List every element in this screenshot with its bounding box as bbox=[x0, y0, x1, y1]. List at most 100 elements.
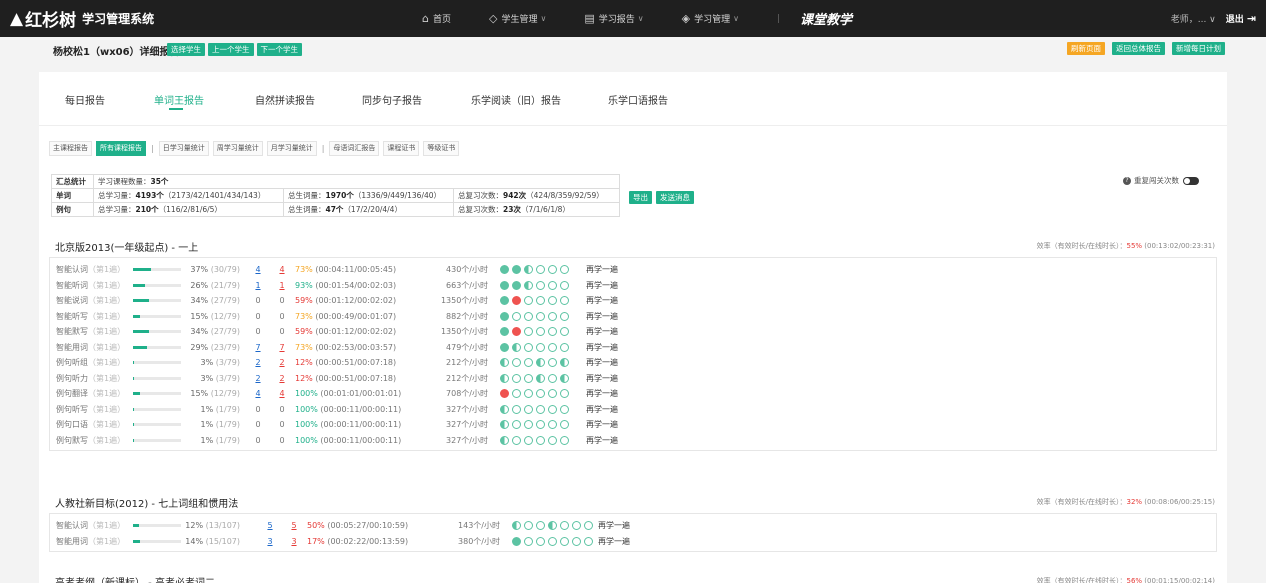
course-table: 智能认词（第1遍） 12% (13/107) 5 5 50% (00:05:27/00:… bbox=[49, 513, 1217, 552]
new-words-link[interactable]: 2 bbox=[253, 374, 263, 383]
tab-1[interactable]: 单词王报告 bbox=[154, 92, 204, 107]
study-again-button[interactable]: 再学一遍 bbox=[598, 520, 630, 531]
prev-student-button[interactable]: 上一个学生 bbox=[208, 43, 254, 56]
filter-button[interactable]: 主课程报告 bbox=[49, 141, 92, 156]
study-again-button[interactable]: 再学一遍 bbox=[586, 295, 618, 306]
empty-circle-icon bbox=[536, 420, 545, 429]
study-again-button[interactable]: 再学一遍 bbox=[586, 373, 618, 384]
empty-circle-icon bbox=[572, 536, 581, 546]
study-again-button[interactable]: 再学一遍 bbox=[586, 342, 618, 353]
review-count-link[interactable]: 3 bbox=[289, 537, 299, 546]
refresh-page-button[interactable]: 刷新页面 bbox=[1067, 42, 1105, 55]
study-again-button[interactable]: 再学一遍 bbox=[586, 404, 618, 415]
toggle-switch[interactable] bbox=[1183, 176, 1199, 185]
accuracy-value: 17% bbox=[307, 536, 325, 546]
new-words-link[interactable]: 4 bbox=[253, 389, 263, 398]
review-count-link[interactable]: 2 bbox=[277, 358, 287, 367]
accuracy-value: 100% bbox=[295, 420, 318, 429]
module-name: 例句听力（第1遍） bbox=[56, 373, 125, 384]
review-count-link[interactable]: 1 bbox=[277, 281, 287, 290]
half-circle-icon bbox=[500, 358, 509, 367]
empty-circle-icon bbox=[548, 435, 557, 445]
review-count-link[interactable]: 2 bbox=[277, 374, 287, 383]
nav-item-study[interactable]: ◈ 学习管理 ∨ bbox=[682, 12, 739, 25]
module-name-text: 智能用词 bbox=[56, 342, 88, 352]
new-words-link[interactable]: 1 bbox=[253, 281, 263, 290]
app-logo[interactable]: ▲ 红杉树 学习管理系统 bbox=[10, 6, 154, 32]
tab-5[interactable]: 乐学口语报告 bbox=[608, 92, 668, 107]
next-student-button[interactable]: 下一个学生 bbox=[256, 43, 302, 56]
nav-item-home[interactable]: ⌂ 首页 bbox=[422, 12, 451, 25]
empty-circle-icon bbox=[560, 435, 569, 445]
chevron-down-icon: ∨ bbox=[733, 14, 739, 23]
table-row: 例句听组（第1遍） 3% (3/79) 2 2 12% (00:00:51/00:07:… bbox=[50, 355, 1218, 370]
study-again-button[interactable]: 再学一遍 bbox=[586, 388, 618, 399]
empty-circle-icon bbox=[548, 404, 557, 414]
new-words-link[interactable]: 2 bbox=[253, 358, 263, 367]
review-count-link[interactable]: 4 bbox=[277, 265, 287, 274]
study-again-button[interactable]: 再学一遍 bbox=[586, 357, 618, 368]
empty-circle-icon bbox=[524, 536, 533, 546]
study-again-button[interactable]: 再学一遍 bbox=[586, 311, 618, 322]
home-icon: ⌂ bbox=[422, 12, 429, 25]
accuracy-value: 100% bbox=[295, 435, 318, 445]
nav-item-student[interactable]: ◇ 学生管理 ∨ bbox=[489, 12, 546, 25]
summary-label: 汇总统计 bbox=[51, 174, 94, 189]
review-count-link[interactable]: 4 bbox=[277, 389, 287, 398]
empty-circle-icon bbox=[560, 536, 569, 546]
tab-2[interactable]: 自然拼读报告 bbox=[255, 92, 315, 107]
efficiency-percent: 32% bbox=[1126, 498, 1143, 506]
check-circle-icon bbox=[512, 536, 521, 546]
tab-4[interactable]: 乐学阅读（旧）报告 bbox=[471, 92, 561, 107]
review-count-link[interactable]: 5 bbox=[289, 521, 299, 530]
half-circle-icon bbox=[536, 358, 545, 367]
study-again-button[interactable]: 再学一遍 bbox=[598, 536, 630, 547]
empty-circle-icon bbox=[512, 389, 521, 398]
back-to-overall-report-button[interactable]: 返回总体报告 bbox=[1112, 42, 1165, 55]
select-student-button[interactable]: 选择学生 bbox=[167, 43, 205, 56]
new-words-link[interactable]: 7 bbox=[253, 343, 263, 352]
progress-fraction: (3/79) bbox=[215, 358, 240, 367]
add-daily-plan-button[interactable]: 新增每日计划 bbox=[1172, 42, 1225, 55]
new-words-link[interactable]: 3 bbox=[265, 537, 275, 546]
repeat-count-toggle[interactable]: ? 重复闯关次数 bbox=[1123, 175, 1199, 186]
study-again-button[interactable]: 再学一遍 bbox=[586, 280, 618, 291]
filter-button[interactable]: 所有课程报告 bbox=[96, 141, 146, 156]
new-words-link[interactable]: 4 bbox=[253, 265, 263, 274]
module-name: 例句听写（第1遍） bbox=[56, 404, 125, 415]
filter-button[interactable]: 母语词汇报告 bbox=[329, 141, 380, 156]
time-value: (00:00:11/00:00:11) bbox=[320, 420, 402, 429]
nav-item-report[interactable]: ▤ 学习报告 ∨ bbox=[584, 12, 643, 25]
accuracy-and-time: 73% (00:02:53/00:03:57) bbox=[295, 343, 396, 352]
empty-circle-icon bbox=[524, 311, 533, 321]
send-message-button[interactable]: 发送消息 bbox=[656, 191, 694, 204]
study-again-button[interactable]: 再学一遍 bbox=[586, 264, 618, 275]
round-status-dots bbox=[500, 311, 569, 321]
study-again-button[interactable]: 再学一遍 bbox=[586, 419, 618, 430]
module-round: （第1遍） bbox=[88, 389, 126, 398]
module-name-text: 智能认词 bbox=[56, 265, 88, 274]
study-again-button[interactable]: 再学一遍 bbox=[586, 435, 618, 446]
module-round: （第1遍） bbox=[88, 435, 126, 445]
table-row: 智能听写（第1遍） 15% (12/79) 0 0 73% (00:00:49/00:0… bbox=[50, 309, 1218, 324]
efficiency-time: (00:08:06/00:25:15) bbox=[1144, 498, 1215, 506]
export-button[interactable]: 导出 bbox=[629, 191, 652, 204]
progress-bar bbox=[133, 361, 181, 364]
module-name-text: 智能用词 bbox=[56, 536, 88, 546]
filter-button[interactable]: 课程证书 bbox=[383, 141, 420, 156]
filter-button[interactable]: 月学习量统计 bbox=[266, 141, 317, 156]
tab-3[interactable]: 同步句子报告 bbox=[362, 92, 422, 107]
progress-percent: 34% bbox=[190, 296, 209, 305]
new-words-link: 0 bbox=[255, 404, 261, 414]
error-circle-icon bbox=[512, 296, 521, 305]
filter-button[interactable]: 等级证书 bbox=[423, 141, 460, 156]
review-count-link[interactable]: 7 bbox=[277, 343, 287, 352]
new-words-link[interactable]: 5 bbox=[265, 521, 275, 530]
logout-button[interactable]: 退出 ⇥ bbox=[1226, 12, 1256, 25]
tab-0[interactable]: 每日报告 bbox=[65, 92, 105, 107]
filter-button[interactable]: 日学习量统计 bbox=[158, 141, 209, 156]
classroom-teaching-brand[interactable]: 课堂教学 bbox=[800, 9, 852, 28]
study-again-button[interactable]: 再学一遍 bbox=[586, 326, 618, 337]
user-menu[interactable]: 老师，... ∨ bbox=[1171, 12, 1216, 25]
filter-button[interactable]: 周学习量统计 bbox=[212, 141, 263, 156]
